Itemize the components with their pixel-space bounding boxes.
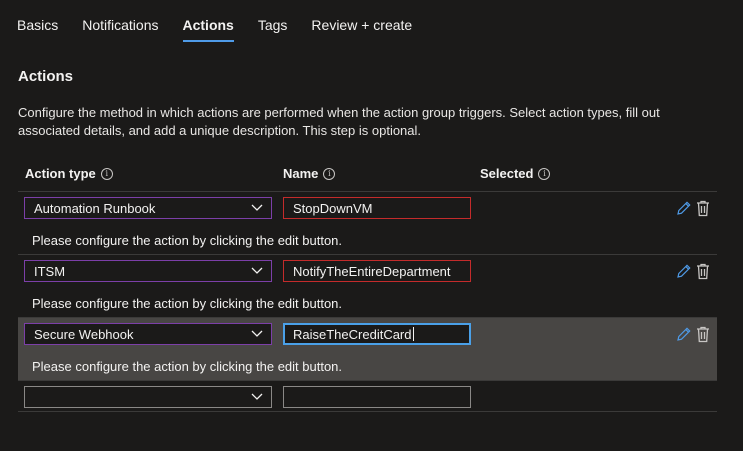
column-header-label: Action type: [25, 166, 96, 181]
chevron-down-icon: [251, 267, 263, 274]
new-action-name-input[interactable]: [283, 386, 471, 408]
chevron-down-icon: [251, 393, 263, 400]
action-row: Automation Runbook StopDownVM Please con…: [18, 191, 717, 254]
configure-message: Please configure the action by clicking …: [32, 359, 343, 374]
delete-icon[interactable]: [696, 326, 710, 343]
delete-icon[interactable]: [696, 200, 710, 217]
edit-icon[interactable]: [676, 326, 691, 342]
column-header-selected: Selected i: [480, 166, 551, 181]
edit-icon[interactable]: [676, 263, 691, 279]
info-icon[interactable]: i: [538, 167, 551, 180]
delete-icon[interactable]: [696, 263, 710, 280]
info-icon[interactable]: i: [323, 167, 336, 180]
tab-basics[interactable]: Basics: [17, 16, 58, 44]
text-caret: [412, 327, 414, 341]
new-action-type-dropdown[interactable]: [24, 386, 272, 408]
column-header-label: Name: [283, 166, 319, 181]
configure-message: Please configure the action by clicking …: [32, 233, 343, 248]
action-type-dropdown[interactable]: Secure Webhook: [24, 323, 272, 345]
new-action-row: [18, 380, 717, 412]
action-name-input[interactable]: NotifyTheEntireDepartment: [283, 260, 471, 282]
column-header-name: Name i: [283, 166, 336, 181]
input-value: NotifyTheEntireDepartment: [293, 263, 451, 279]
action-type-dropdown[interactable]: ITSM: [24, 260, 272, 282]
action-name-input[interactable]: RaiseTheCreditCard: [283, 323, 471, 345]
column-header-label: Selected: [480, 166, 534, 181]
action-row: Secure Webhook RaiseTheCreditCard Please…: [18, 317, 717, 380]
tab-bar: Basics Notifications Actions Tags Review…: [17, 16, 436, 44]
dropdown-value: Automation Runbook: [34, 200, 156, 216]
action-name-input[interactable]: StopDownVM: [283, 197, 471, 219]
tab-review-create[interactable]: Review + create: [311, 16, 412, 44]
edit-icon[interactable]: [676, 200, 691, 216]
column-header-action-type: Action type i: [25, 166, 113, 181]
configure-message: Please configure the action by clicking …: [32, 296, 343, 311]
input-value: StopDownVM: [293, 200, 373, 216]
chevron-down-icon: [251, 330, 263, 337]
action-type-dropdown[interactable]: Automation Runbook: [24, 197, 272, 219]
input-value: RaiseTheCreditCard: [293, 326, 412, 342]
tab-actions[interactable]: Actions: [182, 16, 235, 44]
dropdown-value: Secure Webhook: [34, 326, 134, 342]
section-description: Configure the method in which actions ar…: [18, 105, 660, 138]
chevron-down-icon: [251, 204, 263, 211]
tab-notifications[interactable]: Notifications: [82, 16, 158, 44]
info-icon[interactable]: i: [100, 167, 113, 180]
action-row: ITSM NotifyTheEntireDepartment Please co…: [18, 254, 717, 317]
dropdown-value: ITSM: [34, 263, 66, 279]
section-title: Actions: [18, 68, 74, 85]
tab-tags[interactable]: Tags: [258, 16, 288, 44]
